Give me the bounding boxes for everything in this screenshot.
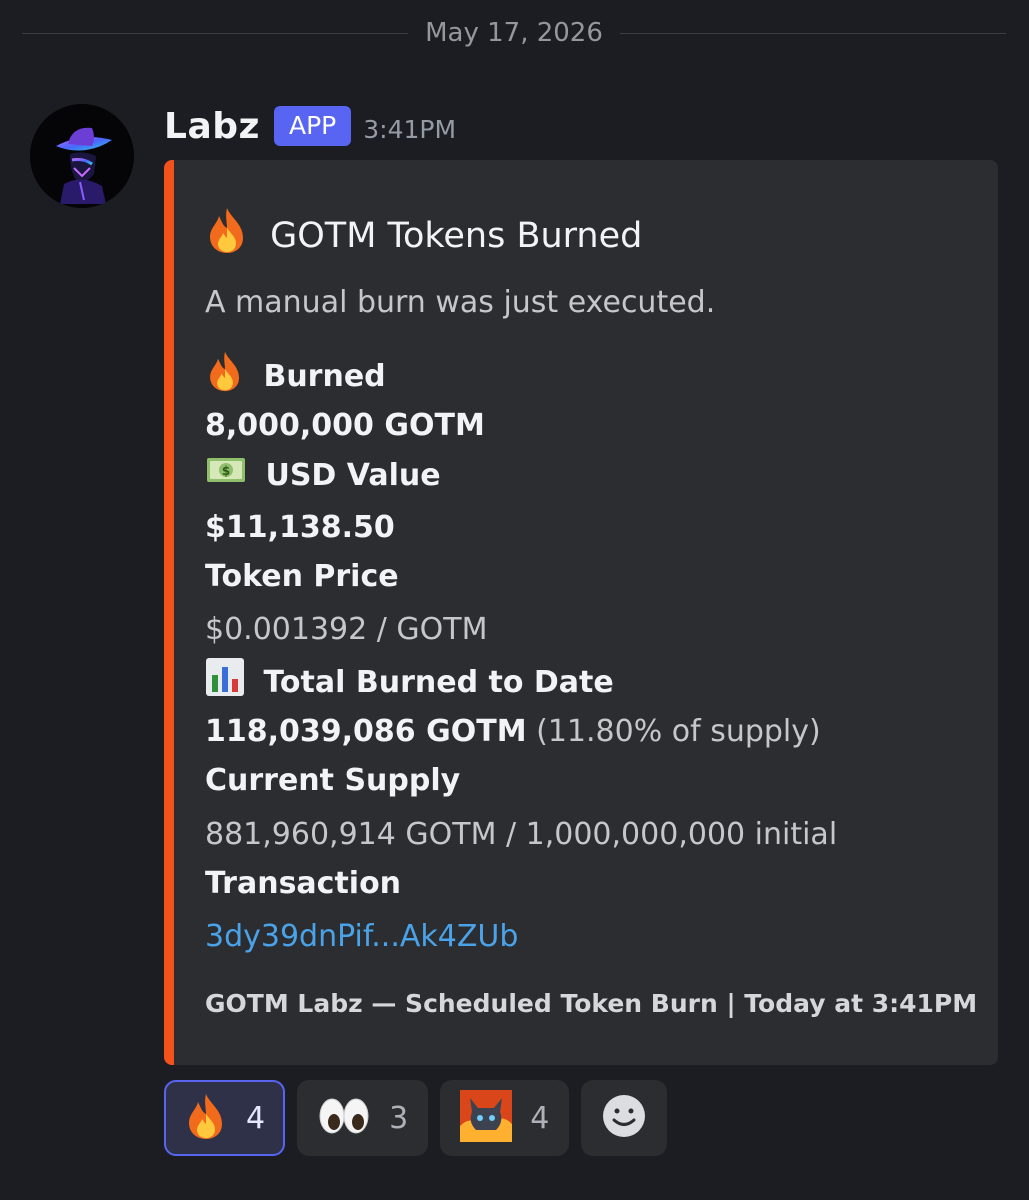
- message-timestamp[interactable]: 3:41PM: [363, 115, 456, 144]
- field-token-price-value: $0.001392 / GOTM: [205, 612, 488, 647]
- username[interactable]: Labz: [164, 106, 260, 147]
- field-current-supply-value: 881,960,914 GOTM / 1,000,000,000 initial: [205, 817, 838, 852]
- field-current-supply-name: Current Supply: [205, 763, 461, 798]
- smiley-icon: [601, 1093, 647, 1143]
- field-usd-value: $11,138.50: [205, 510, 395, 545]
- money-icon: $: [205, 452, 247, 501]
- reaction-count: 4: [246, 1100, 266, 1136]
- bar-chart-icon: [205, 657, 245, 710]
- field-burned-value: 8,000,000 GOTM: [205, 408, 485, 443]
- message-header: Labz APP 3:41PM: [164, 100, 456, 152]
- reaction-custom-emoji[interactable]: 4: [440, 1080, 570, 1156]
- field-transaction-name: Transaction: [205, 866, 402, 901]
- reaction-bar: 4 3 4: [164, 1080, 679, 1156]
- embed-description: A manual burn was just executed.: [205, 285, 716, 320]
- embed-footer: GOTM Labz — Scheduled Token Burn | Today…: [205, 989, 978, 1018]
- embed-title: GOTM Tokens Burned: [205, 206, 643, 256]
- field-total-burned-name: Total Burned to Date: [205, 657, 614, 701]
- avatar[interactable]: [30, 104, 134, 208]
- svg-text:$: $: [222, 464, 230, 478]
- field-token-price-name: Token Price: [205, 559, 399, 594]
- transaction-link[interactable]: 3dy39dnPif...Ak4ZUb: [205, 915, 518, 959]
- custom-demon-icon: [460, 1090, 513, 1146]
- reaction-eyes[interactable]: 3: [297, 1080, 429, 1156]
- date-divider-label: May 17, 2026: [408, 16, 620, 50]
- fire-icon: [184, 1092, 228, 1144]
- field-usd-name: $ USD Value: [205, 452, 441, 496]
- field-burned-name: Burned: [205, 350, 386, 394]
- eyes-icon: [317, 1096, 371, 1140]
- avatar-image: [30, 104, 134, 208]
- reaction-count: 4: [530, 1100, 550, 1136]
- embed-title-text: GOTM Tokens Burned: [270, 215, 643, 256]
- fire-icon: [205, 350, 245, 405]
- add-reaction-button[interactable]: [581, 1080, 668, 1156]
- field-total-burned-value: 118,039,086 GOTM (11.80% of supply): [205, 714, 821, 749]
- fire-icon: [205, 206, 249, 267]
- reaction-count: 3: [389, 1100, 409, 1136]
- app-badge: APP: [273, 106, 352, 146]
- reaction-fire[interactable]: 4: [164, 1080, 286, 1156]
